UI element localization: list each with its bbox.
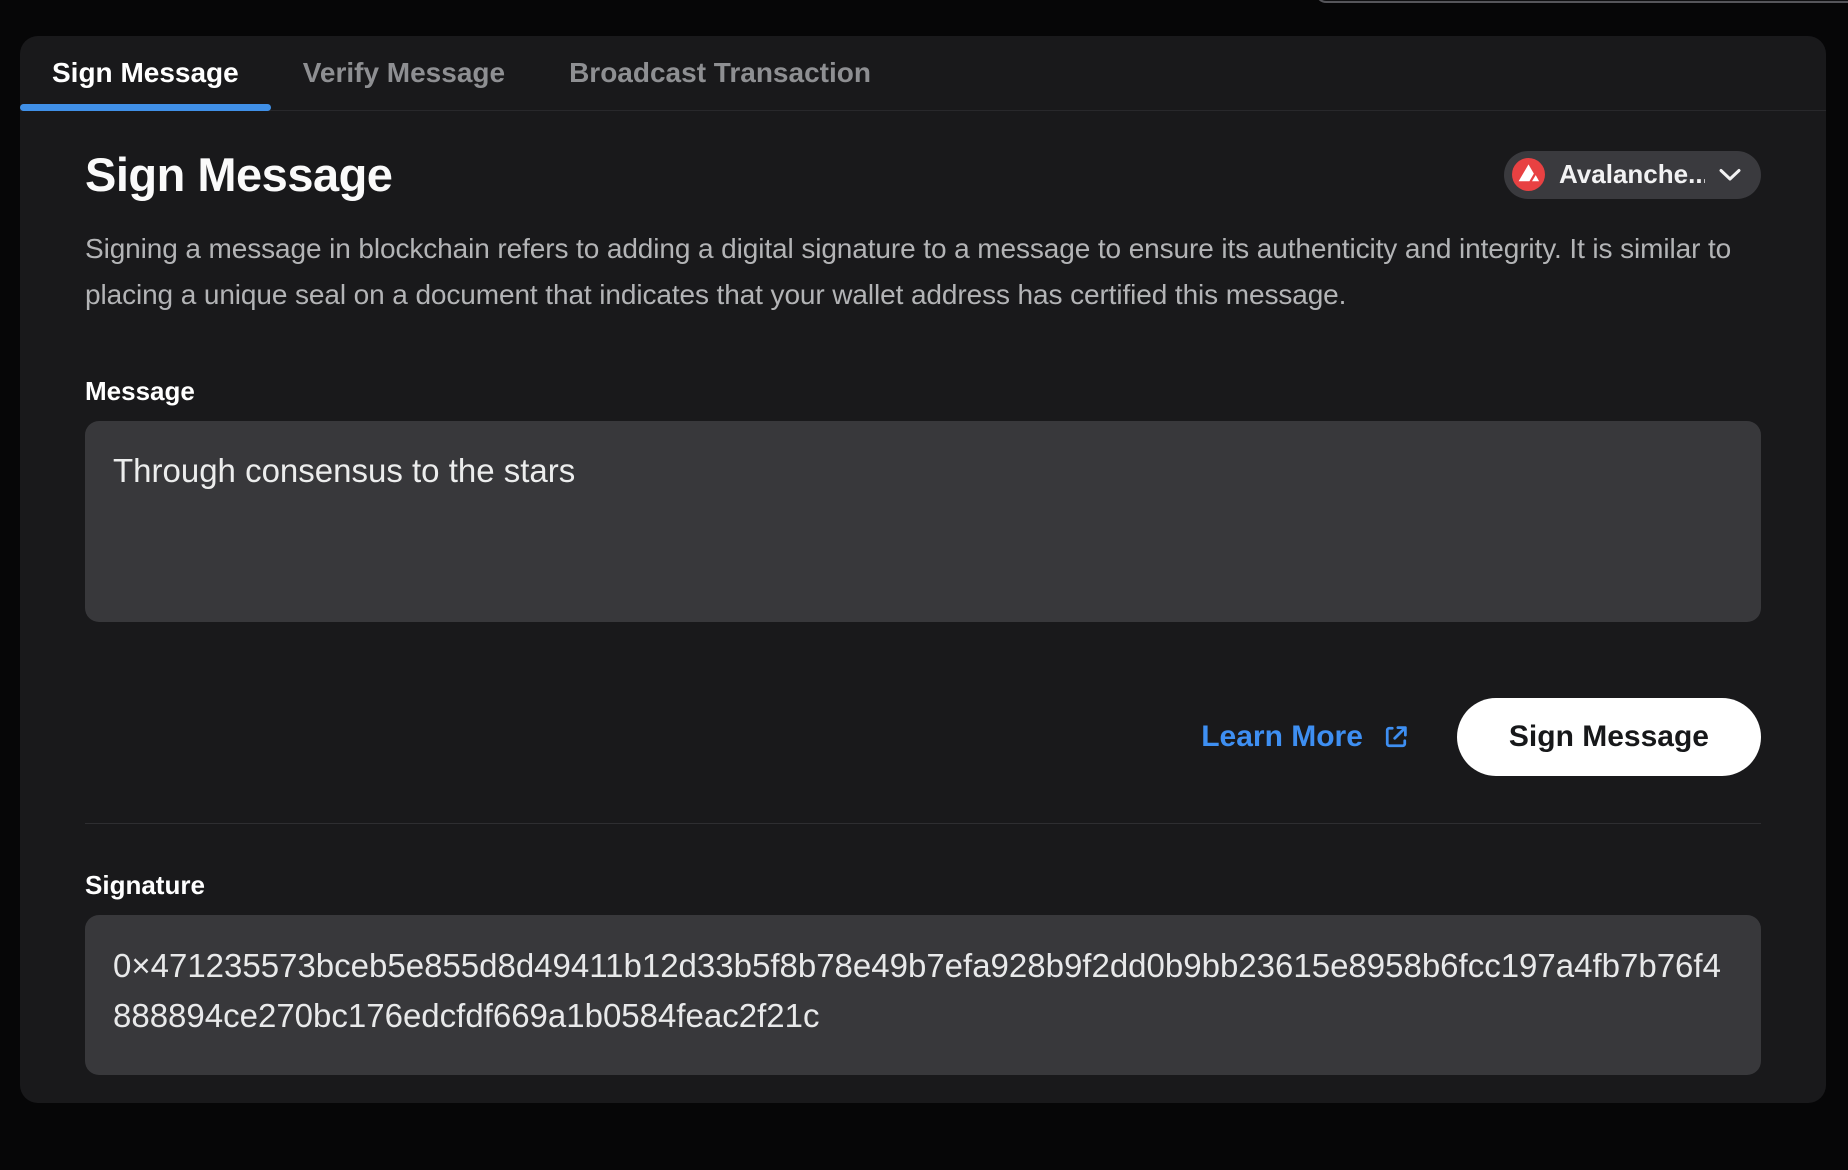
tab-label: Sign Message — [52, 57, 239, 89]
tab-verify-message[interactable]: Verify Message — [271, 36, 537, 110]
learn-more-link[interactable]: Learn More — [1201, 720, 1411, 754]
tab-label: Broadcast Transaction — [569, 57, 871, 89]
avalanche-logo-icon — [1512, 158, 1545, 191]
actions-row: Learn More Sign Message — [85, 698, 1761, 776]
network-name: Avalanche... — [1559, 159, 1705, 190]
tab-sign-message[interactable]: Sign Message — [20, 36, 271, 110]
message-input[interactable]: Through consensus to the stars — [85, 421, 1761, 622]
description-text: Signing a message in blockchain refers t… — [85, 226, 1761, 318]
signature-output[interactable]: 0×471235573bceb5e855d8d49411b12d33b5f8b7… — [85, 915, 1761, 1075]
learn-more-label: Learn More — [1201, 720, 1363, 754]
network-selector[interactable]: Avalanche... — [1504, 151, 1761, 199]
external-link-icon — [1381, 722, 1411, 752]
sign-message-card: Sign Message Verify Message Broadcast Tr… — [20, 36, 1826, 1103]
content-area: Sign Message Avalanche... Signing a — [20, 147, 1826, 1075]
tab-label: Verify Message — [303, 57, 505, 89]
signature-label: Signature — [85, 870, 1761, 901]
header-row: Sign Message Avalanche... — [85, 147, 1761, 202]
page-title: Sign Message — [85, 147, 392, 202]
offscreen-popover-edge — [1316, 0, 1848, 3]
tab-broadcast-transaction[interactable]: Broadcast Transaction — [537, 36, 903, 110]
chevron-down-icon — [1719, 168, 1741, 182]
tabbar: Sign Message Verify Message Broadcast Tr… — [20, 36, 1826, 111]
section-divider — [85, 823, 1761, 824]
message-label: Message — [85, 376, 1761, 407]
active-tab-indicator — [20, 104, 271, 111]
sign-message-button[interactable]: Sign Message — [1457, 698, 1761, 776]
